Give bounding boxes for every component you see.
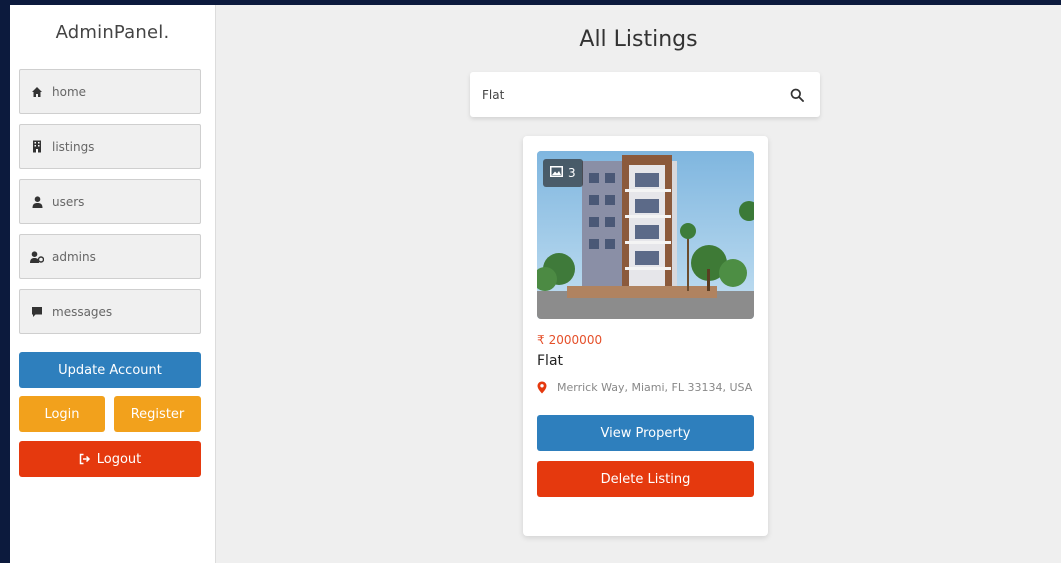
property-image[interactable]: 3 <box>537 151 754 319</box>
view-property-button[interactable]: View Property <box>537 415 754 451</box>
page-title: All Listings <box>579 27 698 52</box>
image-count: 3 <box>568 166 576 180</box>
listing-price: ₹ 2000000 <box>537 333 754 347</box>
sidebar-item-label: home <box>52 84 87 99</box>
sidebar-item-label: messages <box>52 304 113 319</box>
brand-logo: AdminPanel. <box>55 21 170 43</box>
sidebar-item-label: users <box>52 194 85 209</box>
sidebar-item-admins[interactable]: admins <box>19 234 201 279</box>
sidebar-item-users[interactable]: users <box>19 179 201 224</box>
listing-title: Flat <box>537 353 564 369</box>
logout-button[interactable]: Logout <box>19 441 201 477</box>
auth-buttons: Login Register <box>19 396 206 432</box>
image-count-badge: 3 <box>543 159 583 187</box>
register-button[interactable]: Register <box>114 396 201 432</box>
main-content: All Listings Flat 3 ₹ 2000000 Flat Merri… <box>216 5 1061 563</box>
sidebar-item-messages[interactable]: messages <box>19 289 201 334</box>
logout-label: Logout <box>96 451 142 467</box>
currency-symbol: ₹ <box>537 333 545 347</box>
search-bar <box>470 72 820 117</box>
delete-listing-button[interactable]: Delete Listing <box>537 461 754 497</box>
user-icon <box>30 195 44 209</box>
search-input[interactable] <box>482 87 786 102</box>
search-icon[interactable] <box>786 84 808 106</box>
map-marker-icon <box>537 379 549 399</box>
user-gear-icon <box>30 250 44 264</box>
sidebar-item-home[interactable]: home <box>19 69 201 114</box>
sidebar: AdminPanel. home listings users admins m… <box>10 5 216 563</box>
home-icon <box>30 85 44 99</box>
app-frame: AdminPanel. home listings users admins m… <box>10 5 1061 563</box>
listing-card: 3 ₹ 2000000 Flat Merrick Way, Miami, FL … <box>523 136 768 536</box>
building-icon <box>30 140 44 154</box>
logout-icon <box>79 453 91 465</box>
login-button[interactable]: Login <box>19 396 105 432</box>
sidebar-item-listings[interactable]: listings <box>19 124 201 169</box>
address-text: Merrick Way, Miami, FL 33134, USA <box>557 381 753 394</box>
price-value: 2000000 <box>548 333 603 347</box>
image-icon <box>550 166 563 180</box>
sidebar-item-label: admins <box>52 249 96 264</box>
comment-icon <box>30 305 44 319</box>
sidebar-item-label: listings <box>52 139 95 154</box>
update-account-button[interactable]: Update Account <box>19 352 201 388</box>
listing-address: Merrick Way, Miami, FL 33134, USA <box>537 379 754 399</box>
